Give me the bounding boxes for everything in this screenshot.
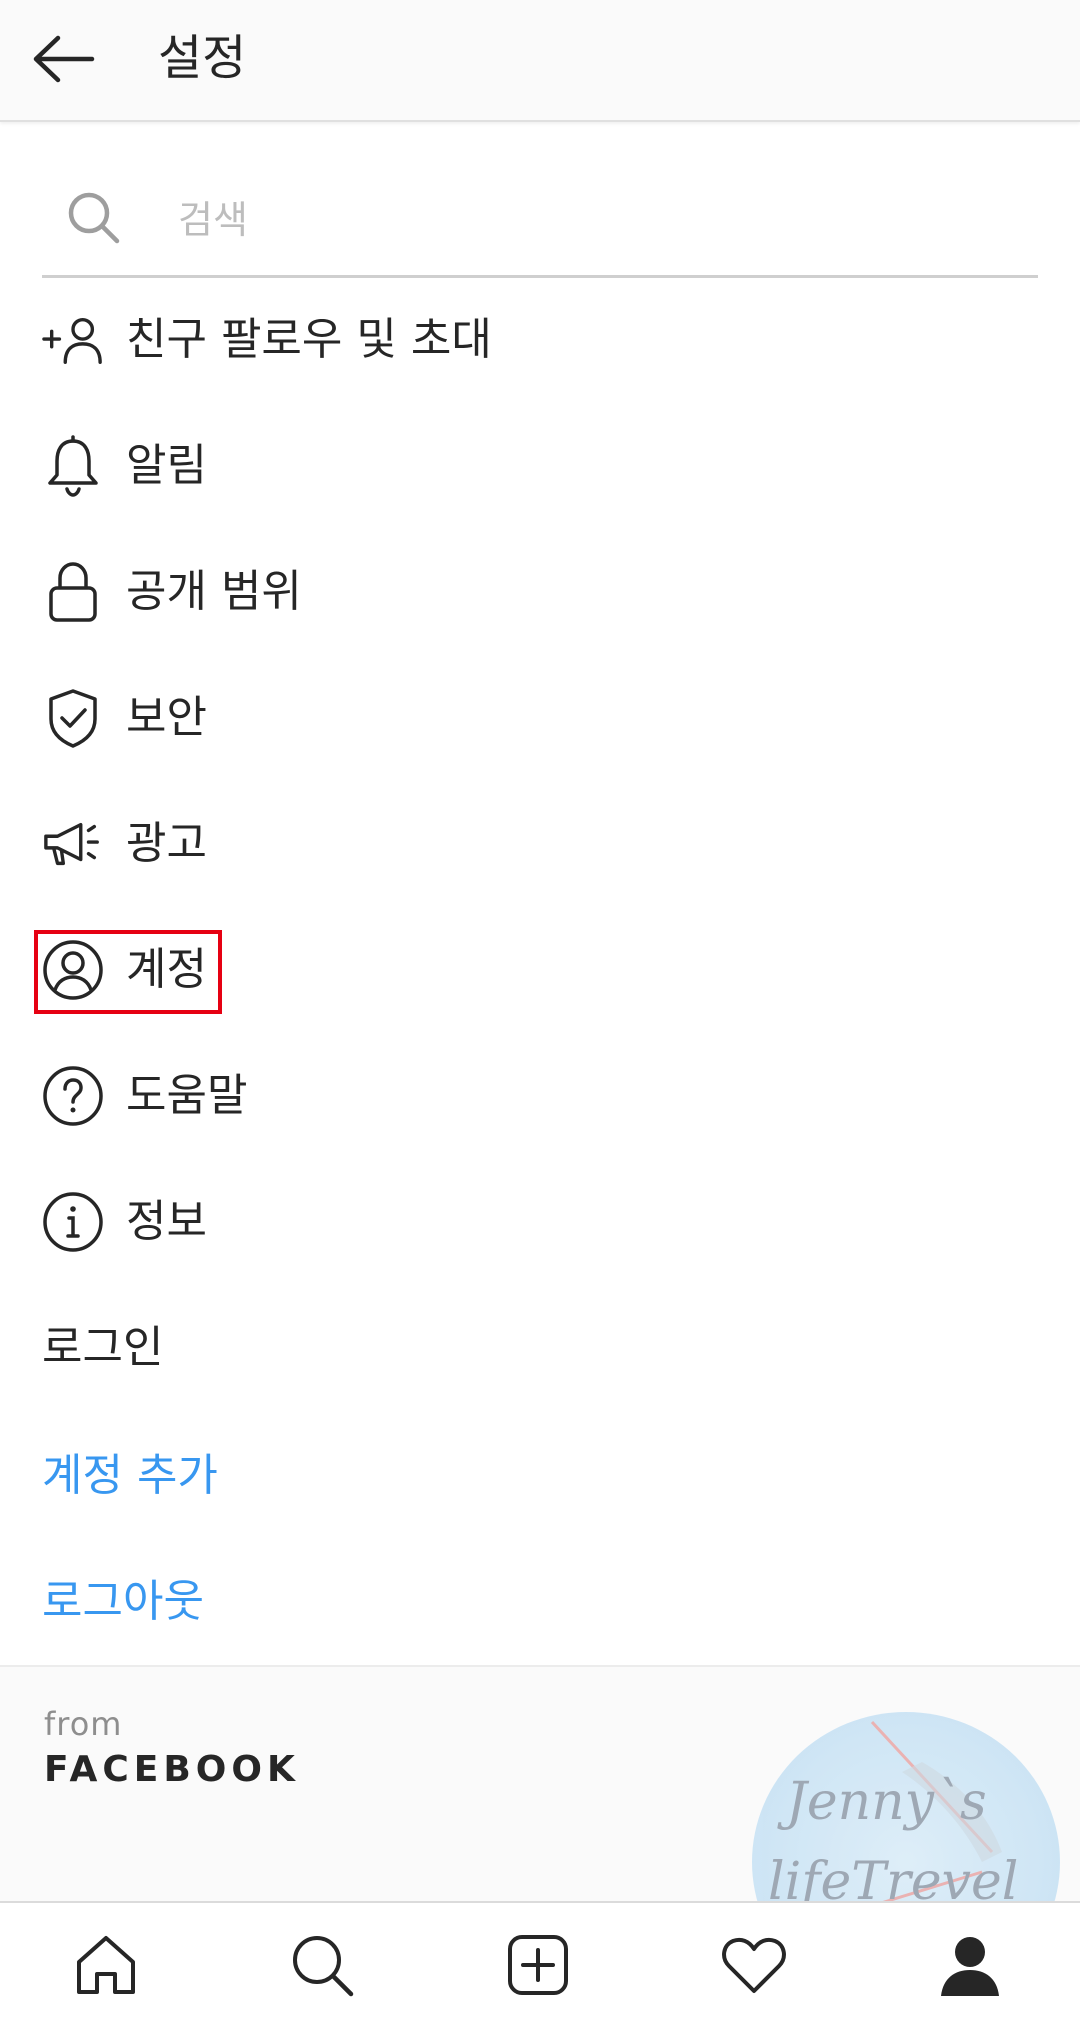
info-circle-icon xyxy=(42,1191,104,1253)
lock-icon xyxy=(42,561,104,623)
login-label: 로그인 xyxy=(42,1322,164,1373)
top-app-bar: 설정 xyxy=(0,0,1080,122)
back-button[interactable] xyxy=(28,26,98,92)
arrow-left-icon xyxy=(33,35,95,83)
logout-link[interactable]: 로그아웃 xyxy=(42,1552,1038,1652)
shield-check-icon xyxy=(42,687,104,749)
tab-new-post[interactable] xyxy=(498,1925,578,2005)
facebook-brand: FACEBOOK xyxy=(44,1749,300,1790)
search-bar[interactable] xyxy=(42,160,1038,278)
search-icon xyxy=(68,192,120,244)
add-person-icon xyxy=(42,309,104,371)
search-icon xyxy=(293,1936,354,1997)
help-circle-icon xyxy=(42,1065,104,1127)
menu-item-label: 정보 xyxy=(126,1196,207,1247)
menu-item-label: 광고 xyxy=(126,818,207,869)
tab-activity[interactable] xyxy=(714,1925,794,2005)
menu-item-about[interactable]: 정보 xyxy=(42,1172,1038,1272)
heart-icon xyxy=(722,1937,786,1993)
menu-item-label: 친구 팔로우 및 초대 xyxy=(126,314,492,365)
watermark-line1: Jenny`s xyxy=(786,1772,987,1832)
plus-square-icon xyxy=(508,1935,568,1995)
menu-item-notifications[interactable]: 알림 xyxy=(42,416,1038,516)
profile-icon xyxy=(941,1937,999,1996)
menu-item-help[interactable]: 도움말 xyxy=(42,1046,1038,1146)
megaphone-icon xyxy=(42,813,104,875)
menu-item-ads[interactable]: 광고 xyxy=(42,794,1038,894)
page-title: 설정 xyxy=(158,30,247,86)
add-account-link[interactable]: 계정 추가 xyxy=(42,1426,1038,1526)
menu-item-label: 도움말 xyxy=(126,1070,248,1121)
bottom-tab-bar xyxy=(0,1901,1080,2027)
search-input[interactable] xyxy=(178,190,978,250)
login-item[interactable]: 로그인 xyxy=(42,1298,1038,1398)
menu-item-follow-invite[interactable]: 친구 팔로우 및 초대 xyxy=(42,290,1038,390)
from-label: from xyxy=(44,1705,123,1743)
menu-item-label: 공개 범위 xyxy=(126,566,302,617)
tab-home[interactable] xyxy=(66,1925,146,2005)
logout-label: 로그아웃 xyxy=(42,1576,204,1627)
menu-item-privacy[interactable]: 공개 범위 xyxy=(42,542,1038,642)
menu-item-label: 보안 xyxy=(126,692,207,743)
home-icon xyxy=(77,1936,135,1994)
menu-item-label: 알림 xyxy=(126,440,207,491)
menu-item-security[interactable]: 보안 xyxy=(42,668,1038,768)
add-account-label: 계정 추가 xyxy=(42,1450,218,1501)
annotation-highlight-box xyxy=(34,930,222,1014)
tab-search[interactable] xyxy=(282,1925,362,2005)
tab-profile[interactable] xyxy=(930,1925,1010,2005)
bell-icon xyxy=(42,435,104,497)
